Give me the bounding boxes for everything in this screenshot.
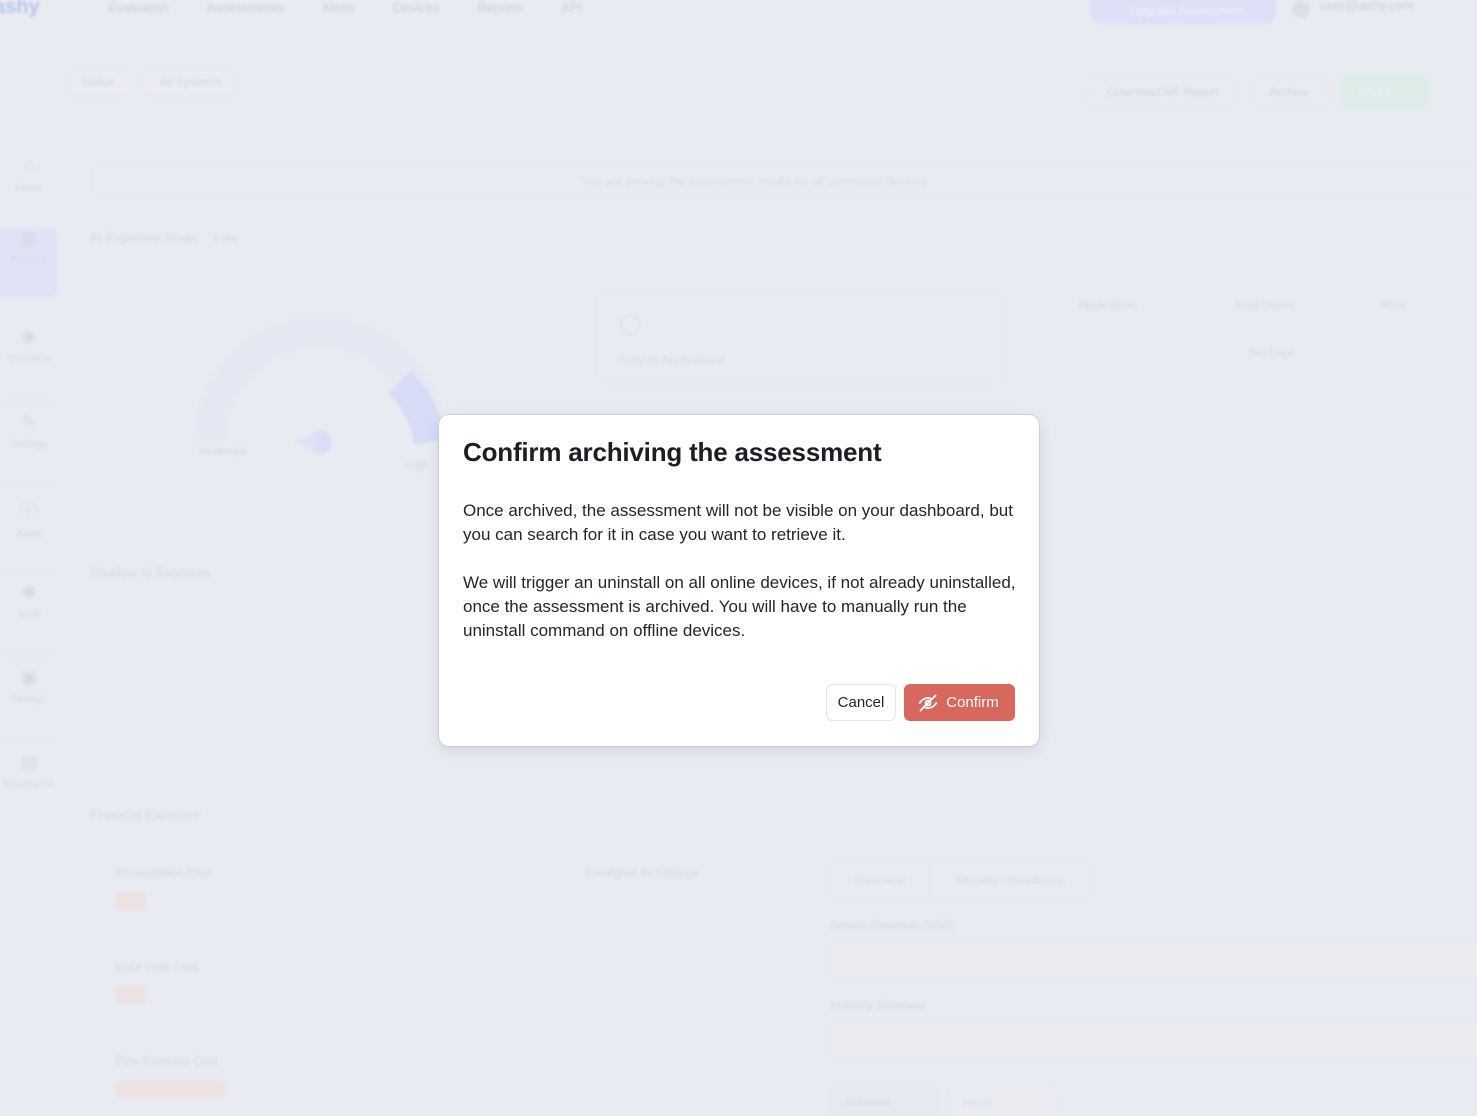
dialog-body: Once archived, the assessment will not b… bbox=[463, 499, 1019, 667]
confirm-label: Confirm bbox=[946, 694, 999, 711]
confirm-archive-dialog: Confirm archiving the assessment Once ar… bbox=[439, 415, 1039, 746]
cancel-button[interactable]: Cancel bbox=[826, 684, 896, 721]
confirm-button[interactable]: Confirm bbox=[904, 684, 1015, 721]
eye-off-icon bbox=[918, 694, 938, 711]
dialog-paragraph: We will trigger an uninstall on all onli… bbox=[463, 573, 1016, 640]
dialog-paragraph: Once archived, the assessment will not b… bbox=[463, 501, 1013, 544]
dialog-title: Confirm archiving the assessment bbox=[463, 437, 882, 467]
